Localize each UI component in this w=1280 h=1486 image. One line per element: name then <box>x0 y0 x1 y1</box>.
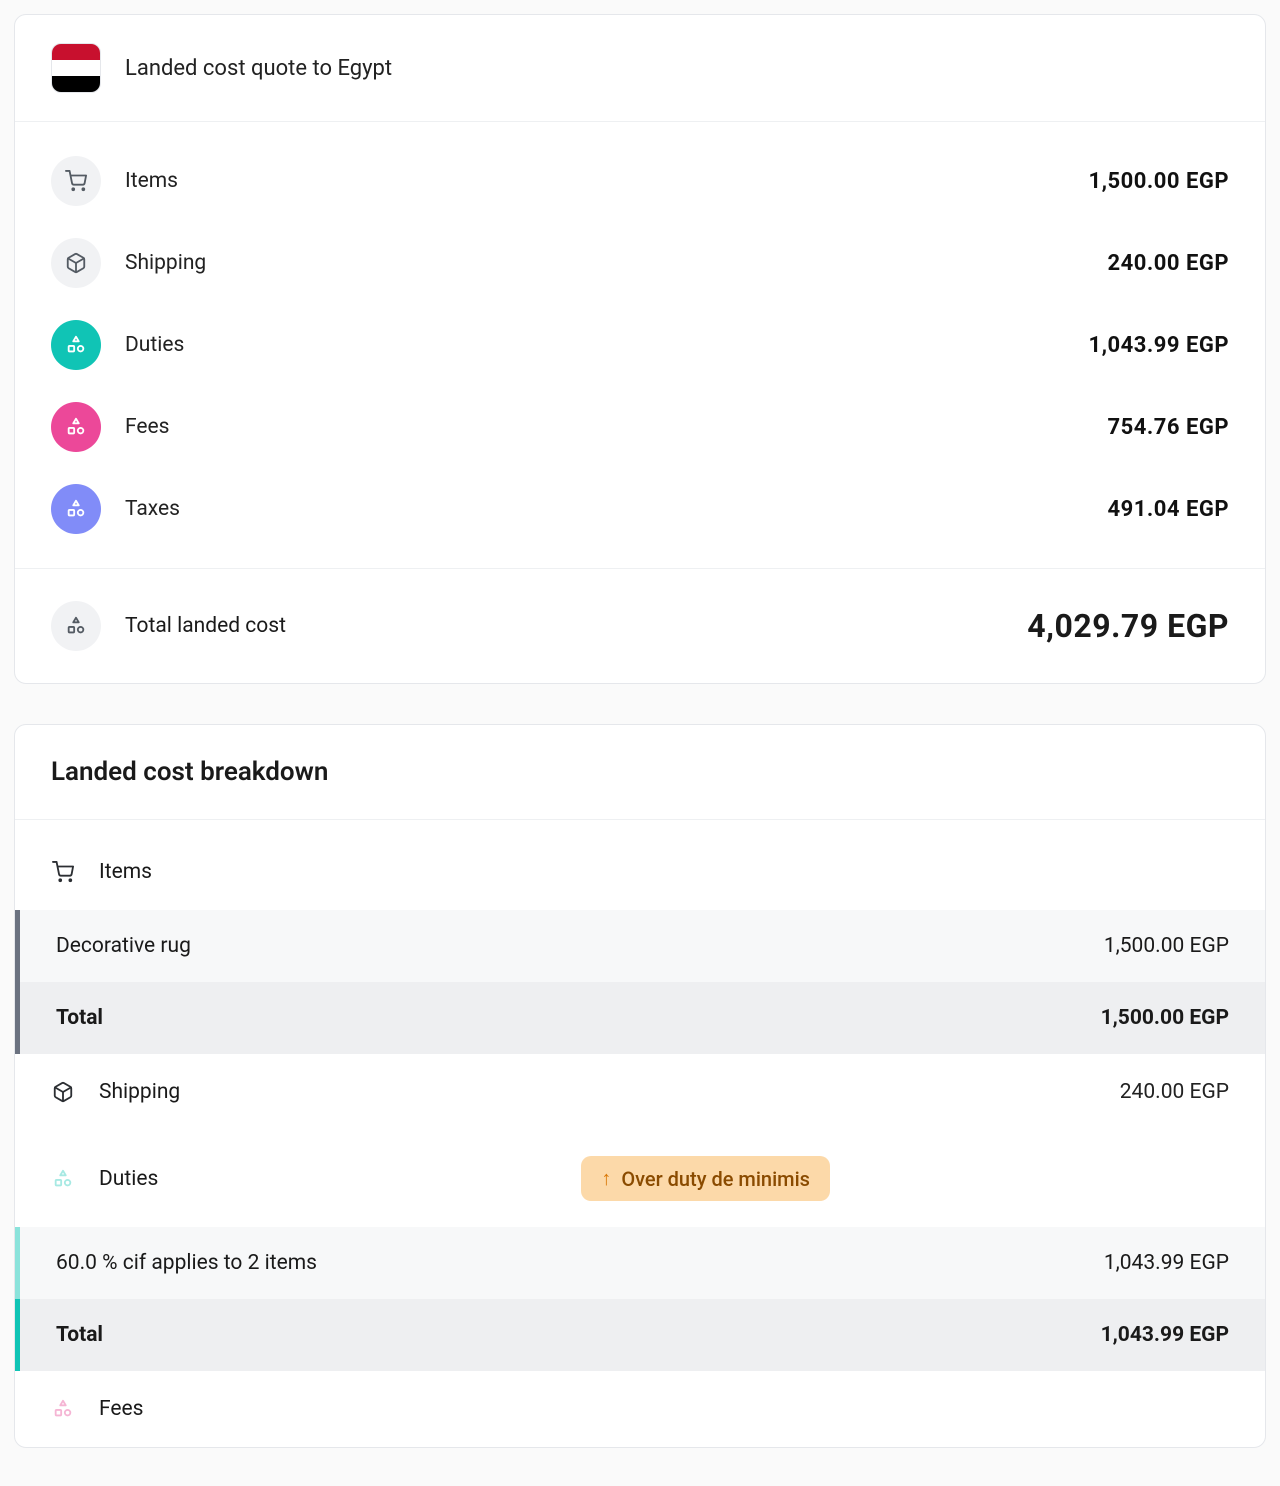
summary-row-taxes: Taxes 491.04 EGP <box>51 468 1229 550</box>
duties-line-value: 1,043.99 EGP <box>1104 1251 1229 1275</box>
items-total-label: Total <box>56 1006 1101 1030</box>
summary-row-fees: Fees 754.76 EGP <box>51 386 1229 468</box>
cart-icon <box>51 156 101 206</box>
duties-total-value: 1,043.99 EGP <box>1101 1323 1229 1347</box>
summary-value: 754.76 EGP <box>1107 415 1229 440</box>
shapes-icon <box>51 484 101 534</box>
duties-line-row: 60.0 % cif applies to 2 items 1,043.99 E… <box>14 1227 1265 1299</box>
summary-list: Items 1,500.00 EGP Shipping 240.00 EGP D… <box>15 122 1265 568</box>
shapes-icon <box>51 1397 75 1421</box>
box-icon <box>51 238 101 288</box>
item-name: Decorative rug <box>56 934 1104 958</box>
summary-row-items: Items 1,500.00 EGP <box>51 140 1229 222</box>
fees-section-head: Fees <box>15 1371 1265 1447</box>
total-value: 4,029.79 EGP <box>1027 607 1229 645</box>
breakdown-item-row: Decorative rug 1,500.00 EGP <box>14 910 1265 982</box>
summary-value: 240.00 EGP <box>1107 251 1229 276</box>
summary-row-shipping: Shipping 240.00 EGP <box>51 222 1229 304</box>
badge-text: Over duty de minimis <box>621 1167 810 1191</box>
egypt-flag-icon <box>51 43 101 93</box>
item-value: 1,500.00 EGP <box>1104 934 1229 958</box>
duties-total-label: Total <box>56 1323 1101 1347</box>
total-label: Total landed cost <box>125 614 1003 638</box>
summary-label: Taxes <box>125 497 1083 521</box>
quote-card: Landed cost quote to Egypt Items 1,500.0… <box>14 14 1266 684</box>
summary-label: Fees <box>125 415 1083 439</box>
shapes-icon <box>51 601 101 651</box>
breakdown-header: Landed cost breakdown <box>15 725 1265 820</box>
total-row: Total landed cost 4,029.79 EGP <box>15 568 1265 683</box>
shipping-value: 240.00 EGP <box>1120 1080 1229 1104</box>
summary-row-duties: Duties 1,043.99 EGP <box>51 304 1229 386</box>
quote-title: Landed cost quote to Egypt <box>125 56 392 81</box>
duties-label: Duties <box>99 1167 158 1191</box>
summary-label: Duties <box>125 333 1064 357</box>
duties-section-head: Duties ↑ Over duty de minimis <box>15 1130 1265 1227</box>
shipping-row: Shipping 240.00 EGP <box>15 1054 1265 1130</box>
shapes-icon <box>51 320 101 370</box>
cart-icon <box>51 860 75 884</box>
items-section-head: Items <box>15 820 1265 910</box>
duties-total-row: Total 1,043.99 EGP <box>14 1299 1265 1371</box>
shapes-icon <box>51 402 101 452</box>
de-minimis-badge: ↑ Over duty de minimis <box>581 1156 830 1201</box>
summary-value: 491.04 EGP <box>1107 497 1229 522</box>
items-label: Items <box>99 860 1229 884</box>
items-total-row: Total 1,500.00 EGP <box>14 982 1265 1054</box>
breakdown-title: Landed cost breakdown <box>51 757 1229 787</box>
summary-value: 1,500.00 EGP <box>1088 169 1229 194</box>
summary-label: Shipping <box>125 251 1083 275</box>
summary-label: Items <box>125 169 1064 193</box>
box-icon <box>51 1080 75 1104</box>
items-total-value: 1,500.00 EGP <box>1101 1006 1229 1030</box>
fees-label: Fees <box>99 1397 144 1421</box>
duties-line-label: 60.0 % cif applies to 2 items <box>56 1251 1104 1275</box>
quote-header: Landed cost quote to Egypt <box>15 15 1265 122</box>
shipping-label: Shipping <box>99 1080 1096 1104</box>
shapes-icon <box>51 1167 75 1191</box>
arrow-up-icon: ↑ <box>601 1166 611 1191</box>
breakdown-card: Landed cost breakdown Items Decorative r… <box>14 724 1266 1448</box>
summary-value: 1,043.99 EGP <box>1088 333 1229 358</box>
